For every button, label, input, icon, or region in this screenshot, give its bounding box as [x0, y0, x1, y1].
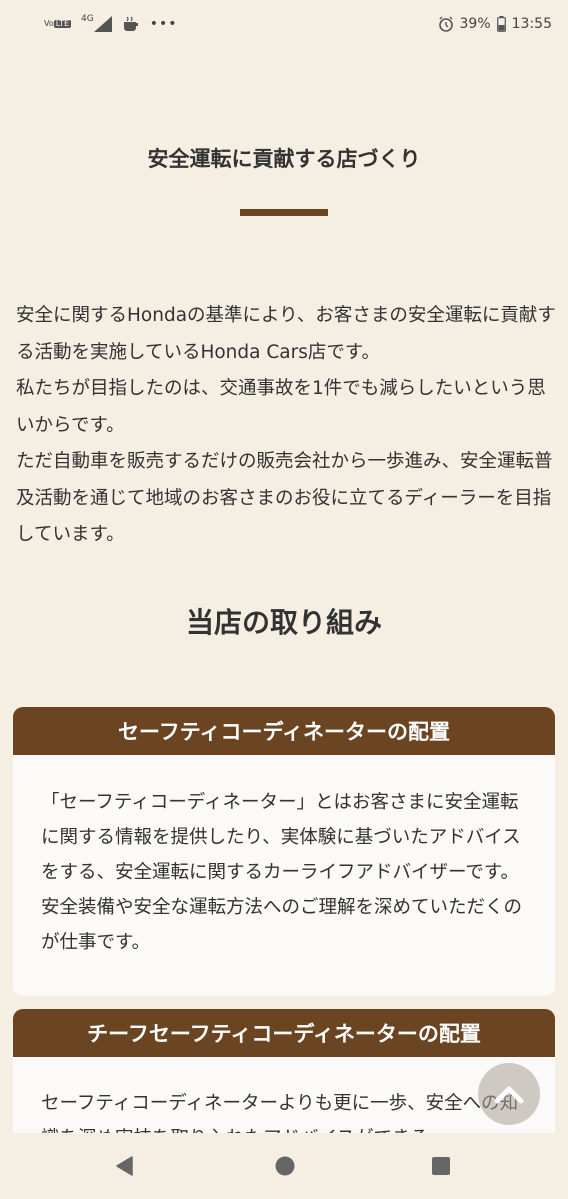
notification-app-icon — [122, 16, 140, 32]
intro-text: 安全に関するHondaの基準により、お客さまの安全運転に貢献する活動を実施してい… — [16, 298, 556, 554]
nav-back-button[interactable] — [114, 1155, 136, 1177]
status-left: Vo LTE 4G ••• — [44, 14, 178, 32]
safety-coordinator-card: セーフティコーディネーターの配置 「セーフティコーディネーター」とはお客さまに安… — [13, 707, 555, 996]
signal-icon: 4G — [81, 14, 112, 32]
card-body: セーフティコーディネーターよりも更に一歩、安全への知識を深め実技を取り入れたアド… — [41, 1093, 518, 1133]
scroll-to-top-button[interactable] — [478, 1063, 540, 1125]
triangle-back-icon — [116, 1156, 133, 1176]
chevron-up-icon — [494, 1086, 524, 1104]
section-title: 安全運転に貢献する店づくり — [147, 147, 421, 171]
square-recent-icon — [432, 1157, 450, 1175]
card-body: 「セーフティコーディネーター」とはお客さまに安全運転に関する情報を提供したり、実… — [41, 792, 523, 953]
more-notifications-icon: ••• — [149, 16, 178, 32]
card-title: セーフティコーディネーターの配置 — [13, 707, 555, 755]
battery-percent: 39% — [459, 16, 491, 32]
intro-paragraph: 私たちが目指したのは、交通事故を1件でも減らしたいという思いからです。 — [16, 378, 546, 436]
alarm-icon — [438, 16, 454, 32]
status-right: 39% 13:55 — [438, 16, 552, 32]
volte-icon: Vo LTE — [44, 19, 72, 28]
nav-home-button[interactable] — [274, 1155, 296, 1177]
system-nav-bar — [0, 1133, 568, 1199]
initiatives-heading: 当店の取り組み — [185, 606, 382, 639]
card-title: チーフセーフティコーディネーターの配置 — [13, 1009, 555, 1057]
intro-paragraph: ただ自動車を販売するだけの販売会社から一歩進み、安全運転普及活動を通じて地域のお… — [16, 451, 553, 545]
volte-label: Vo — [44, 19, 54, 28]
intro-paragraph: 安全に関するHondaの基準により、お客さまの安全運転に貢献する活動を実施してい… — [16, 305, 556, 363]
page-content: 安全運転に貢献する店づくり 安全に関するHondaの基準により、お客さまの安全運… — [0, 48, 568, 1133]
nav-recent-apps-button[interactable] — [430, 1155, 452, 1177]
battery-icon — [496, 16, 506, 32]
title-underline — [240, 209, 328, 216]
chief-safety-coordinator-card: チーフセーフティコーディネーターの配置 セーフティコーディネーターよりも更に一歩… — [13, 1009, 555, 1133]
status-bar: Vo LTE 4G ••• 39% 13:55 — [0, 0, 568, 48]
lte-label: LTE — [53, 19, 72, 28]
network-type-label: 4G — [81, 14, 94, 24]
circle-home-icon — [275, 1156, 295, 1176]
clock-time: 13:55 — [511, 16, 552, 32]
